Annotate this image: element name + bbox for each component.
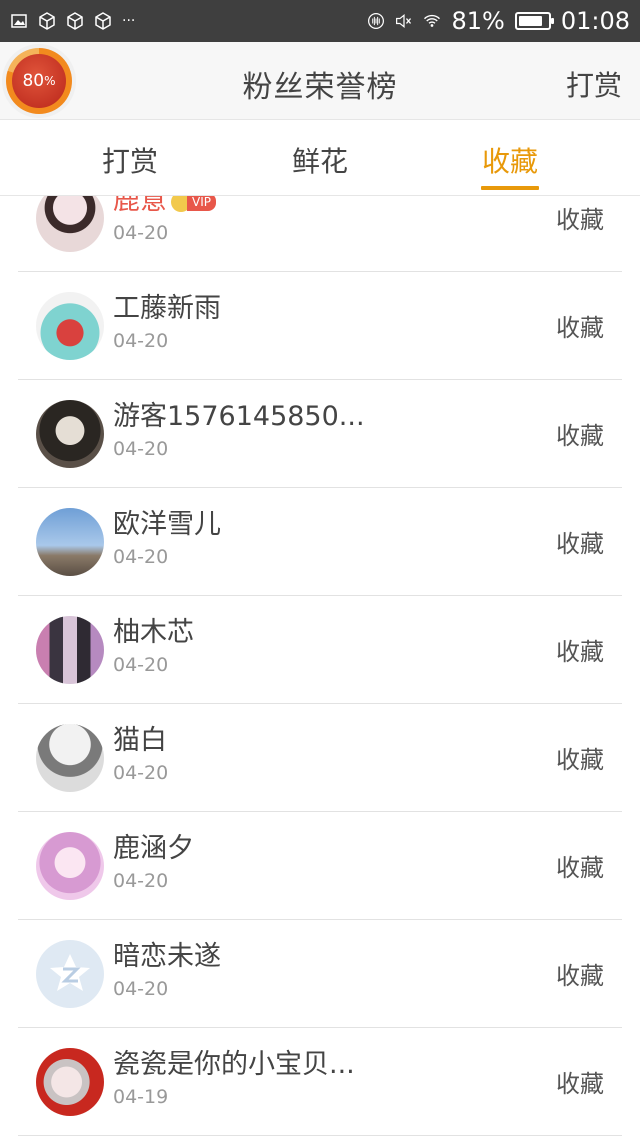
avatar[interactable] (36, 1048, 104, 1116)
list-item[interactable]: 猫白 04-20 收藏 (18, 704, 622, 812)
action-label: 收藏 (556, 206, 604, 234)
notification-icons: ··· (10, 12, 135, 30)
date: 04-20 (113, 654, 169, 676)
action-label: 收藏 (556, 746, 604, 774)
status-bar: ··· 81% 01:08 (0, 0, 640, 42)
reward-button[interactable]: 打赏 (566, 64, 622, 104)
date: 04-20 (113, 546, 169, 568)
date: 04-20 (113, 762, 169, 784)
more-notifications-icon: ··· (122, 13, 136, 29)
list-item[interactable]: 暗恋未遂 04-20 收藏 (18, 920, 622, 1028)
default-avatar-icon (50, 954, 90, 991)
user-name: 游客1576145850... (113, 401, 365, 432)
user-name: 工藤新雨 (113, 293, 221, 324)
user-name: 欧洋雪儿 (113, 509, 221, 540)
list-item[interactable]: 游客1576145850... 04-20 收藏 (18, 380, 622, 488)
clock: 01:08 (560, 7, 630, 35)
tab-favorites[interactable]: 收藏 (450, 140, 570, 180)
action-label: 收藏 (556, 962, 604, 990)
list-item[interactable]: 柚木芯 04-20 收藏 (18, 596, 622, 704)
list-item[interactable]: 欧洋雪儿 04-20 收藏 (18, 488, 622, 596)
date: 04-20 (113, 438, 169, 460)
vip-badge: VIP (171, 196, 216, 212)
date: 04-20 (113, 222, 169, 244)
action-label: 收藏 (556, 530, 604, 558)
avatar[interactable] (36, 724, 104, 792)
user-name: 暗恋未遂 (113, 941, 221, 972)
active-tab-indicator (481, 186, 539, 190)
wifi-icon (423, 12, 441, 30)
avatar[interactable] (36, 292, 104, 360)
action-label: 收藏 (556, 314, 604, 342)
avatar[interactable] (36, 400, 104, 468)
vibrate-icon (367, 12, 385, 30)
user-name: 柚木芯 (113, 617, 194, 648)
action-label: 收藏 (556, 638, 604, 666)
avatar[interactable] (36, 196, 104, 252)
tab-reward[interactable]: 打赏 (70, 140, 190, 180)
user-name: 瓷瓷是你的小宝贝... (113, 1049, 355, 1080)
date: 04-20 (113, 870, 169, 892)
action-label: 收藏 (556, 422, 604, 450)
list-item[interactable]: 鹿涵夕 04-20 收藏 (18, 812, 622, 920)
date: 04-19 (113, 1086, 169, 1108)
avatar[interactable] (36, 940, 104, 1008)
header-bar: 80% 粉丝荣誉榜 打赏 (0, 42, 640, 120)
package-icon (38, 12, 56, 30)
user-name: 鹿意 VIP (113, 196, 216, 217)
battery-icon (514, 12, 554, 30)
vip-tag: VIP (187, 196, 216, 211)
fan-list: 鹿意 VIP 04-20 收藏 工藤新雨 04-20 收藏 游客157614585… (0, 196, 640, 1138)
package-icon (66, 12, 84, 30)
user-name: 猫白 (113, 725, 167, 756)
avatar[interactable] (36, 616, 104, 684)
battery-percent: 81% (451, 7, 505, 35)
page-title: 粉丝荣誉榜 (242, 70, 398, 105)
mute-icon (395, 12, 413, 30)
date: 04-20 (113, 330, 169, 352)
date: 04-20 (113, 978, 169, 1000)
image-icon (10, 12, 28, 30)
avatar[interactable] (36, 508, 104, 576)
user-name-text: 鹿意 (113, 196, 167, 216)
action-label: 收藏 (556, 854, 604, 882)
list-item[interactable]: 工藤新雨 04-20 收藏 (18, 272, 622, 380)
tab-flowers[interactable]: 鲜花 (260, 140, 380, 180)
package-icon (94, 12, 112, 30)
user-name: 鹿涵夕 (113, 833, 194, 864)
avatar[interactable] (36, 832, 104, 900)
list-item[interactable]: 瓷瓷是你的小宝贝... 04-19 收藏 (18, 1028, 622, 1136)
list-item[interactable]: 鹿意 VIP 04-20 收藏 (18, 196, 622, 272)
action-label: 收藏 (556, 1070, 604, 1098)
tab-bar: 打赏 鲜花 收藏 (0, 120, 640, 196)
